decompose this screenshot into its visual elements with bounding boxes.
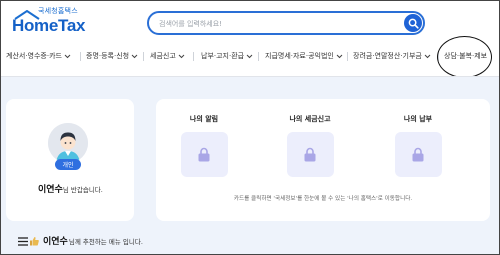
nav-divider <box>193 52 194 61</box>
nav-divider <box>258 52 259 61</box>
lock-icon <box>412 147 424 162</box>
chevron-down-icon <box>64 54 71 59</box>
thumbs-up-icon <box>30 236 39 245</box>
user-type-badge: 개인 <box>55 159 81 170</box>
nav-item-consultation[interactable]: 상담·불복·제보 <box>444 51 487 61</box>
nav-item-label: 지급명세·자료·공익법인 <box>265 52 334 60</box>
service-my-payment[interactable]: 나의 납부 <box>388 114 448 177</box>
nav-item-tax-filing[interactable]: 세금신고 <box>150 51 185 61</box>
nav-item-label: 납부·고지·환급 <box>201 52 245 60</box>
greeting-text: 이연수님 반갑습니다. <box>38 182 103 195</box>
hometax-logo[interactable]: 국세청홈택스 HomeTax <box>10 6 85 36</box>
nav-item-invoices[interactable]: 계산서·영수증·카드 <box>6 51 71 61</box>
main-nav: 계산서·영수증·카드 증명·등록·신청 세금신고 납부·고지·환급 지급명세·자… <box>0 39 500 75</box>
service-tile[interactable] <box>394 132 442 177</box>
nav-item-label: 장려금·연말정산·기부금 <box>353 52 422 60</box>
service-tile[interactable] <box>180 132 228 177</box>
lock-icon <box>304 147 316 162</box>
service-label: 나의 납부 <box>403 115 433 123</box>
chevron-down-icon <box>131 54 138 59</box>
recommend-suffix: 님께 추천하는 메뉴 입니다. <box>68 237 143 246</box>
nav-item-payment-statements[interactable]: 지급명세·자료·공익법인 <box>265 51 343 61</box>
greeting-suffix: 님 반갑습니다. <box>62 186 103 194</box>
my-services-card: 나의 알림 나의 세금신고 나의 납부 카드를 클릭하면 '국세정보'를 한눈에… <box>156 99 490 221</box>
search-input[interactable] <box>159 17 389 31</box>
chevron-down-icon <box>246 54 253 59</box>
recommendation-header: 이연수 님께 추천하는 메뉴 입니다. <box>18 234 143 247</box>
nav-item-incentives[interactable]: 장려금·연말정산·기부금 <box>353 51 431 61</box>
logo-subtitle: 국세청홈택스 <box>38 7 78 15</box>
service-label: 나의 알림 <box>189 115 219 123</box>
menu-icon <box>18 236 28 246</box>
chevron-down-icon <box>424 54 431 59</box>
recommend-user-name: 이연수 <box>43 237 68 247</box>
profile-card: 개인 이연수님 반갑습니다. <box>6 99 134 221</box>
nav-item-label: 상담·불복·제보 <box>444 52 488 60</box>
service-tile[interactable] <box>286 132 334 177</box>
nav-divider <box>347 52 348 61</box>
service-note: 카드를 클릭하면 '국세정보'를 한눈에 볼 수 있는 '나의 홈택스'로 이동… <box>233 196 413 202</box>
nav-item-payment[interactable]: 납부·고지·환급 <box>201 51 253 61</box>
chevron-down-icon <box>336 54 343 59</box>
avatar <box>48 123 88 163</box>
nav-divider <box>438 52 439 61</box>
search-icon <box>408 18 419 29</box>
nav-item-label: 계산서·영수증·카드 <box>6 52 62 60</box>
nav-item-label: 세금신고 <box>150 52 176 60</box>
search-button[interactable] <box>404 14 422 32</box>
nav-item-label: 증명·등록·신청 <box>86 52 130 60</box>
user-avatar-icon <box>48 123 88 163</box>
service-my-notifications[interactable]: 나의 알림 <box>174 114 234 177</box>
search-box <box>147 11 425 35</box>
service-my-tax-filing[interactable]: 나의 세금신고 <box>280 114 340 177</box>
nav-item-certificates[interactable]: 증명·등록·신청 <box>86 51 138 61</box>
nav-divider <box>80 52 81 61</box>
service-label: 나의 세금신고 <box>289 115 331 123</box>
chevron-down-icon <box>178 54 185 59</box>
lock-icon <box>198 147 210 162</box>
logo-brand: HomeTax <box>12 16 86 35</box>
user-name: 이연수 <box>38 185 63 195</box>
nav-divider <box>143 52 144 61</box>
